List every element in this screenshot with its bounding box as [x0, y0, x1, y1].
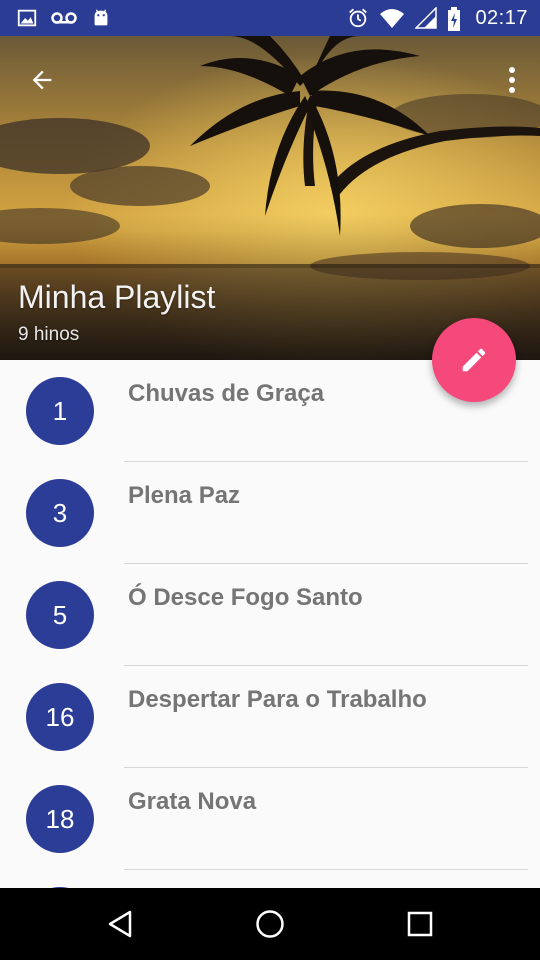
hymn-title: Ó Desce Fogo Santo — [128, 584, 363, 611]
more-vert-icon — [509, 67, 515, 93]
playlist-count: 9 hinos — [18, 324, 80, 345]
system-nav-bar — [0, 888, 540, 960]
recents-square-icon — [407, 911, 433, 937]
alarm-icon — [347, 7, 369, 29]
hymn-row[interactable]: 18 Grata Nova — [0, 768, 540, 870]
back-button[interactable] — [20, 58, 64, 102]
nav-home-button[interactable] — [250, 904, 290, 944]
hymn-title: Plena Paz — [128, 482, 241, 509]
overflow-menu-button[interactable] — [500, 58, 524, 102]
android-icon — [90, 7, 112, 29]
image-icon — [16, 7, 38, 29]
nav-back-button[interactable] — [100, 904, 140, 944]
hymn-row[interactable]: 16 Despertar Para o Trabalho — [0, 666, 540, 768]
playlist-header: Minha Playlist 9 hinos — [0, 36, 540, 360]
playlist-title-area: Minha Playlist 9 hinos — [18, 279, 215, 346]
battery-charging-icon — [447, 7, 461, 31]
home-circle-icon — [256, 910, 284, 938]
edit-pencil-icon — [462, 348, 486, 372]
signal-icon — [415, 7, 438, 29]
hymn-list: 1 Chuvas de Graça 3 Plena Paz 5 Ó Desce … — [0, 360, 540, 888]
back-triangle-icon — [108, 910, 132, 938]
hymn-number-badge: 16 — [26, 683, 94, 751]
hymn-title: Chuvas de Graça — [128, 380, 325, 407]
hymn-number-badge: 5 — [26, 581, 94, 649]
hymn-number-badge: 18 — [26, 785, 94, 853]
wifi-icon — [379, 7, 405, 29]
hymn-row-partial[interactable] — [0, 870, 540, 888]
nav-recents-button[interactable] — [400, 904, 440, 944]
hymn-title: Grata Nova — [128, 788, 257, 815]
status-clock: 02:17 — [475, 6, 528, 29]
status-bar: 02:17 — [0, 0, 540, 36]
hymn-number-badge: 1 — [26, 377, 94, 445]
playlist-title: Minha Playlist — [18, 279, 216, 315]
edit-playlist-button[interactable] — [432, 318, 516, 402]
hymn-title: Despertar Para o Trabalho — [128, 686, 427, 713]
hymn-row[interactable]: 5 Ó Desce Fogo Santo — [0, 564, 540, 666]
hymn-number-badge: 3 — [26, 479, 94, 547]
hymn-row[interactable]: 3 Plena Paz — [0, 462, 540, 564]
arrow-back-icon — [32, 70, 52, 90]
voicemail-icon — [50, 7, 78, 29]
